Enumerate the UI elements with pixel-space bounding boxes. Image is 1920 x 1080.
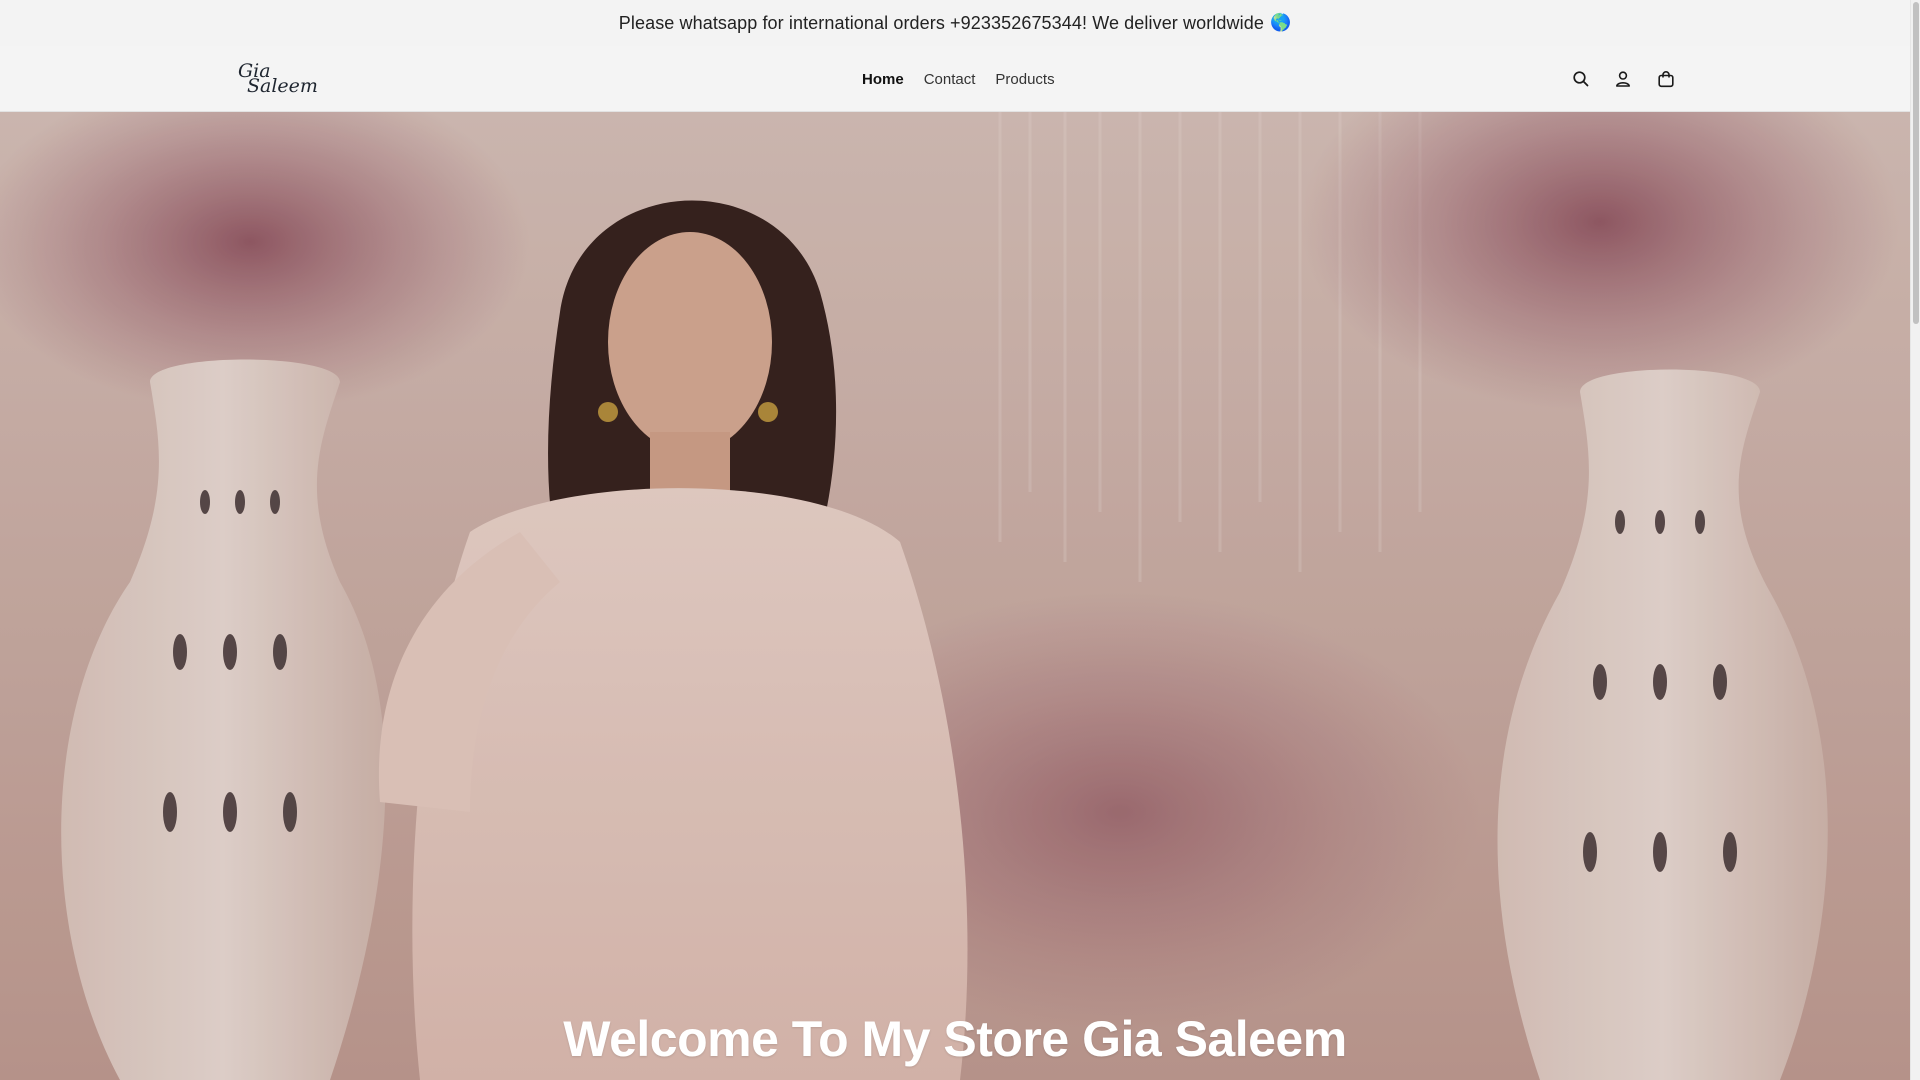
announcement-bar: Please whatsapp for international orders… <box>0 0 1910 46</box>
hero-banner[interactable]: Welcome To My Store Gia Saleem <box>0 112 1910 1080</box>
header-icons <box>1550 46 1674 112</box>
site-header: Gia Saleem Home Contact Products <box>0 46 1910 112</box>
hero-image <box>0 112 1910 1080</box>
cart-icon <box>1658 71 1674 88</box>
nav-item-contact[interactable]: Contact <box>914 71 986 88</box>
main-nav: Home Contact Products <box>852 46 1065 112</box>
scrollbar-thumb[interactable] <box>1913 2 1919 324</box>
cart-button[interactable] <box>1652 65 1680 93</box>
nav-item-products[interactable]: Products <box>985 71 1064 88</box>
logo-line-2: Saleem <box>247 75 318 97</box>
page: Please whatsapp for international orders… <box>0 0 1920 1080</box>
announcement-text: Please whatsapp for international orders… <box>618 12 1264 33</box>
account-icon <box>1616 71 1630 87</box>
nav-item-home[interactable]: Home <box>852 71 914 88</box>
hero-title: Welcome To My Store Gia Saleem <box>563 1011 1347 1067</box>
account-button[interactable] <box>1609 65 1637 93</box>
globe-icon: 🌎 <box>1269 13 1292 32</box>
viewport: Please whatsapp for international orders… <box>0 0 1910 1080</box>
search-icon <box>1573 71 1589 87</box>
scrollbar[interactable] <box>1910 0 1920 1080</box>
search-button[interactable] <box>1567 65 1595 93</box>
